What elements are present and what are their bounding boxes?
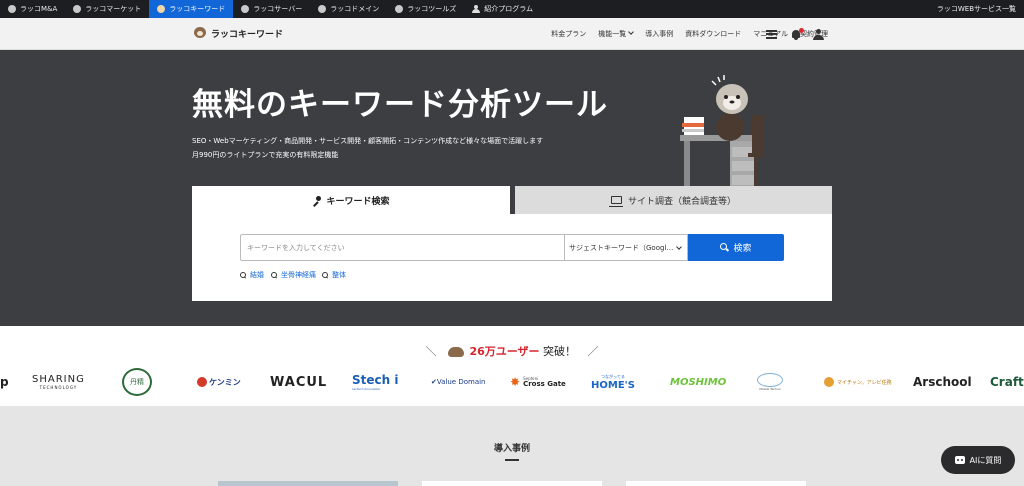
nav-download[interactable]: 資料ダウンロード [685,29,741,39]
service-link-ma[interactable]: ラッコM&A [0,0,65,18]
chevron-down-icon [676,244,682,250]
tab-site-label: サイト調査（競合調査等） [627,196,736,207]
kenmin-mark-icon [197,377,207,387]
septeni-star-icon: ✸ [510,375,521,389]
mobiletechno-mark-icon [757,373,783,387]
hero-plan-note: 月990円のライトプランで充実の有料限定機能 [192,151,339,159]
client-logo-mobiletechno: Mobile Techno [757,368,783,396]
search-panel: サジェストキーワード（Googl… 検索 結婚 坐骨神経痛 整体 [192,214,832,301]
client-logos-section: ＼ 26万ユーザー 突破！ ／ p SHARING TECHNOLOGY 丹精 … [0,326,1024,406]
service-keyword-icon [157,5,166,13]
maichan-mark-icon [824,377,834,387]
search-icon [322,271,329,279]
tab-keyword-search[interactable]: キーワード検索 [192,186,510,214]
client-logo-kenmin: ケンミン [197,368,241,396]
all-services-link[interactable]: ラッコWEBサービス一覧 [937,0,1016,18]
otter-logo-icon [192,26,208,40]
cases-title: 導入事例 [493,444,530,454]
service-server-icon [241,5,250,13]
hero-section: 無料のキーワード分析ツール SEO・Webマーケティング・商品開発・サービス開発… [0,50,1024,326]
search-button[interactable]: 検索 [688,234,784,261]
case-card[interactable] [218,481,398,486]
service-link-referral[interactable]: 紹介プログラム [464,0,541,18]
nav-features-label: 機能一覧 [598,30,627,38]
user-count-banner: ＼ 26万ユーザー 突破！ ／ [0,343,1024,359]
suggestion-link[interactable]: 整体 [322,270,346,280]
referral-people-icon [472,5,481,13]
client-logo-septeni: ✸ Septeni Cross Gate [510,375,566,389]
cases-section: 導入事例 [0,406,1024,486]
site-header: ラッコキーワード 料金プラン 機能一覧 導入事例 資料ダウンロード マニュアル … [0,18,1024,50]
service-market-icon [73,5,82,13]
logo-text: ラッコキーワード [211,29,284,40]
search-icon [720,243,729,252]
nav-cases[interactable]: 導入事例 [645,29,673,39]
user-icon[interactable] [813,28,824,40]
service-link-keyword[interactable]: ラッコキーワード [149,0,234,18]
search-type-value: サジェストキーワード（Googl… [569,243,674,252]
hero-title: 無料のキーワード分析ツール [192,87,608,123]
service-ma-icon [8,5,16,13]
client-logo-row: p SHARING TECHNOLOGY 丹精 ケンミン WACUL Stech… [0,368,1024,396]
user-count: 26万ユーザー [469,345,540,358]
client-logo-moshimo: MOSHIMO [670,376,727,388]
client-logo-partial: p [0,375,9,389]
client-logo-craft: CraftE [990,375,1024,389]
menu-icon[interactable] [766,29,777,39]
site-logo[interactable]: ラッコキーワード [192,26,283,40]
case-card[interactable] [422,481,602,486]
slash-decoration: ／ [587,345,599,358]
service-link-tools[interactable]: ラッコツールズ [387,0,464,18]
cases-title-underline [505,459,519,461]
otter-mascot-illustration [680,75,764,193]
bell-icon[interactable] [791,27,804,40]
service-bar: ラッコM&A ラッコマーケット ラッコキーワード ラッコサーバー ラッコドメイン… [0,0,1024,18]
service-link-market[interactable]: ラッコマーケット [65,0,149,18]
ai-chat-label: AIに質問 [969,455,1002,465]
client-logo-arschool: Arschool [913,375,972,389]
service-link-domain[interactable]: ラッコドメイン [310,0,387,18]
user-count-suffix: 突破！ [543,345,577,358]
key-icon [312,195,322,205]
keyword-search-input[interactable] [240,234,564,261]
search-icon [271,271,278,279]
hero-description: SEO・Webマーケティング・商品開発・サービス開発・顧客開拓・コンテンツ作成な… [192,137,544,145]
search-icon [240,271,247,279]
robot-icon [954,456,965,464]
slash-decoration: ＼ [425,345,437,358]
client-logo-wacul: WACUL [270,374,328,390]
service-domain-icon [318,5,327,13]
tab-keyword-label: キーワード検索 [326,196,390,207]
header-icons [766,18,824,50]
client-logo-tansei: 丹精 [122,368,152,396]
ai-chat-button[interactable]: AIに質問 [941,446,1015,474]
client-logo-sharing: SHARING TECHNOLOGY [32,374,85,390]
service-link-server[interactable]: ラッコサーバー [233,0,310,18]
client-logo-valuedomain: ✔ Value Domain [431,378,486,386]
otter-icon [447,347,464,357]
tab-site-research[interactable]: サイト調査（競合調査等） [515,186,832,214]
search-type-select[interactable]: サジェストキーワード（Googl… [564,234,688,261]
search-button-label: 検索 [733,244,752,254]
client-logo-stechi: Stech i ssi-Tech Innovation [352,373,399,391]
notification-dot [799,27,804,33]
monitor-icon [608,196,623,207]
suggestion-link[interactable]: 坐骨神経痛 [271,270,316,280]
client-logo-maichan: マイチャン。アレビ任務 [824,368,892,396]
case-card[interactable] [626,481,806,486]
chevron-down-icon [628,29,635,35]
nav-features[interactable]: 機能一覧 [598,29,635,39]
suggestion-link[interactable]: 結婚 [240,270,264,280]
service-tools-icon [395,5,404,13]
nav-pricing[interactable]: 料金プラン [551,29,586,39]
client-logo-homes: つながってる HOME'S [591,373,635,391]
